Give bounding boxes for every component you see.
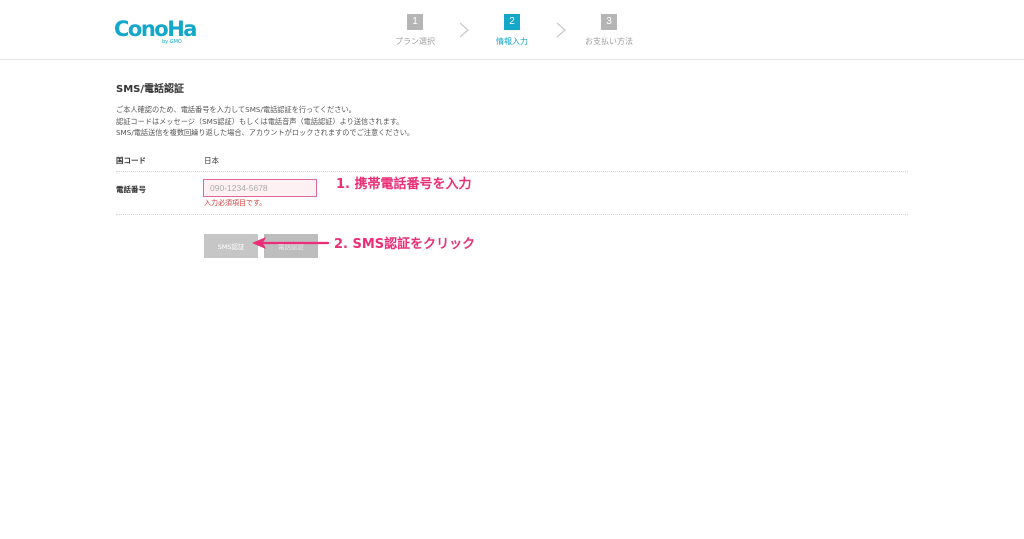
svg-text:by GMO: by GMO (162, 39, 182, 45)
row-divider (116, 171, 908, 172)
section-title: SMS/電話認証 (116, 84, 185, 95)
description-line: ご本人確認のため、電話番号を入力してSMS/電話認証を行ってください。 (116, 105, 356, 114)
annotation-arrow-icon (252, 237, 330, 249)
svg-text:ConoHa: ConoHa (114, 17, 196, 41)
header: ConoHa by GMO 1 プラン選択 2 情報入力 3 お支払い方法 (0, 0, 1024, 60)
step-1: 1 プラン選択 (370, 14, 460, 47)
section-description: ご本人確認のため、電話番号を入力してSMS/電話認証を行ってください。 認証コー… (116, 104, 414, 139)
step-3: 3 お支払い方法 (564, 14, 654, 47)
row-divider (116, 214, 908, 215)
step-label: お支払い方法 (585, 37, 633, 46)
annotation-step-2: 2. SMS認証をクリック (334, 237, 476, 252)
step-label: 情報入力 (496, 37, 528, 46)
country-code-label: 国コード (116, 156, 146, 165)
step-2: 2 情報入力 (467, 14, 557, 47)
conoha-logo[interactable]: ConoHa by GMO (114, 14, 198, 46)
description-line: 認証コードはメッセージ（SMS認証）もしくは電話音声（電話認証）より送信されます… (116, 116, 404, 126)
required-error-text: 入力必須項目です。 (204, 199, 267, 207)
step-label: プラン選択 (395, 37, 435, 46)
step-number: 1 (407, 14, 423, 30)
country-code-value: 日本 (204, 156, 219, 165)
annotation-step-1: 1. 携帯電話番号を入力 (336, 177, 472, 192)
step-number: 3 (601, 14, 617, 30)
step-number: 2 (504, 14, 520, 30)
description-line: SMS/電話送信を複数回繰り返した場合、アカウントがロックされますのでご注意くだ… (116, 128, 415, 137)
phone-number-input[interactable] (203, 179, 317, 197)
phone-number-label: 電話番号 (116, 185, 146, 194)
